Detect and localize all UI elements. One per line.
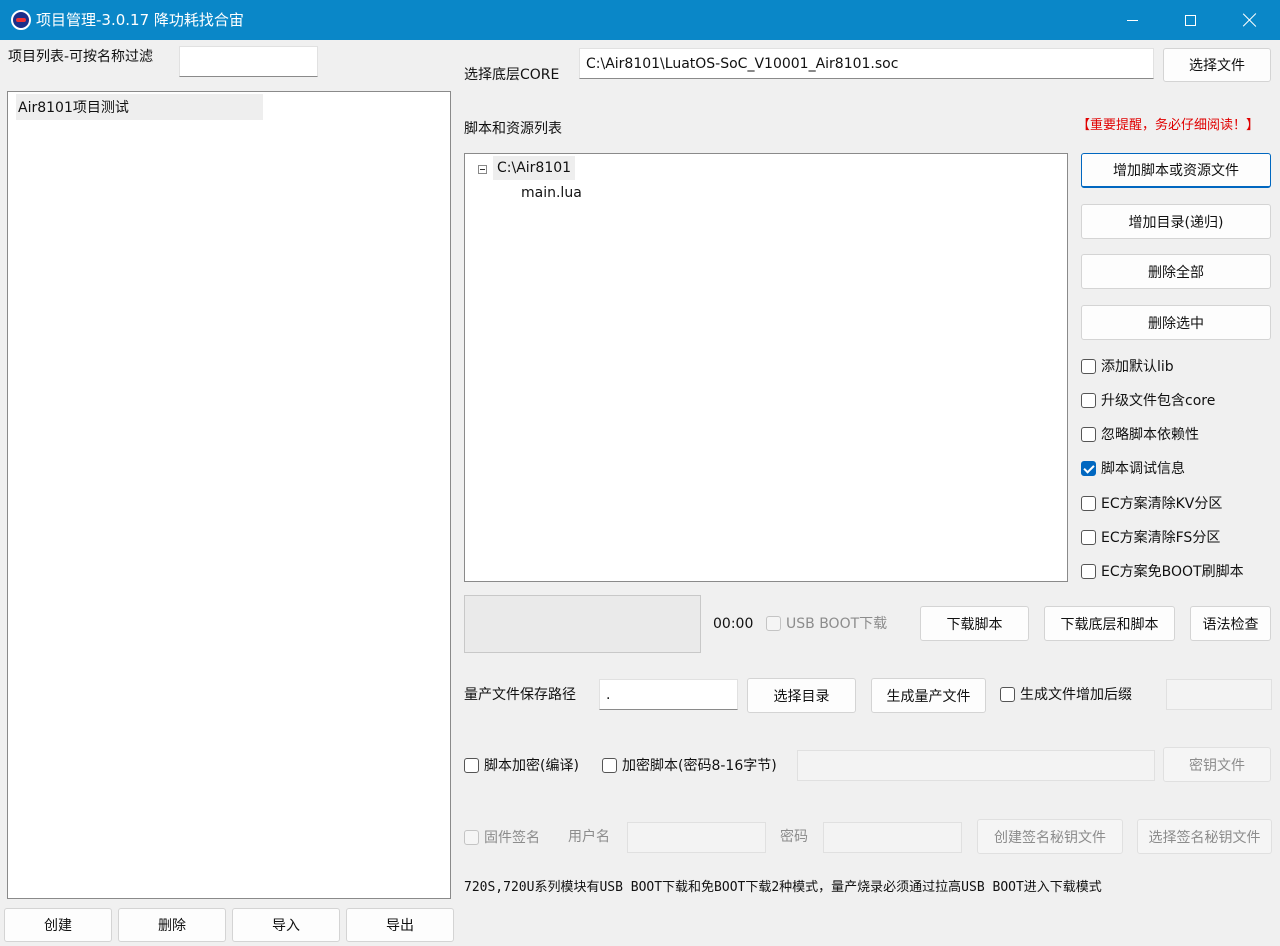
script-tree[interactable]: C:\Air8101 main.lua [464, 153, 1068, 582]
usb-boot-option[interactable]: USB BOOT下载 [766, 613, 887, 633]
download-script-button[interactable]: 下载脚本 [920, 606, 1029, 641]
checkbox[interactable] [1081, 426, 1096, 442]
important-notice-link[interactable]: 【重要提醒，务必仔细阅读！】 [1077, 117, 1259, 135]
syntax-check-button[interactable]: 语法检查 [1190, 606, 1271, 641]
core-label: 选择底层CORE [464, 67, 560, 83]
key-file-button[interactable]: 密钥文件 [1163, 747, 1271, 782]
suffix-input[interactable] [1166, 679, 1272, 710]
username-label: 用户名 [568, 829, 610, 845]
choose-directory-button[interactable]: 选择目录 [747, 678, 856, 713]
minimize-button[interactable] [1102, 0, 1162, 40]
encrypt-password-input[interactable] [797, 750, 1155, 781]
tree-root-node[interactable]: C:\Air8101 [493, 156, 576, 180]
scripts-label: 脚本和资源列表 [464, 121, 562, 137]
option-clear-kv[interactable]: EC方案清除KV分区 [1081, 493, 1222, 513]
checkbox-checked[interactable] [1081, 460, 1096, 476]
mass-path-input[interactable]: . [599, 679, 738, 710]
title-bar: 项目管理-3.0.17 降功耗找合宙 [0, 0, 1280, 40]
delete-all-button[interactable]: 删除全部 [1081, 254, 1271, 289]
checkbox[interactable] [1081, 529, 1096, 545]
project-list-item[interactable]: Air8101项目测试 [16, 94, 263, 120]
add-script-file-button[interactable]: 增加脚本或资源文件 [1081, 153, 1271, 188]
core-path-input[interactable]: C:\Air8101\LuatOS-SoC_V10001_Air8101.soc [579, 48, 1154, 79]
minimize-icon [1126, 19, 1138, 21]
option-no-boot-flash[interactable]: EC方案免BOOT刷脚本 [1081, 561, 1244, 581]
compile-encrypt-option[interactable]: 脚本加密(编译) [464, 755, 579, 775]
option-clear-fs[interactable]: EC方案清除FS分区 [1081, 527, 1220, 547]
username-input[interactable] [627, 822, 766, 853]
tree-file-node[interactable]: main.lua [521, 184, 582, 202]
mass-path-label: 量产文件保存路径 [464, 687, 576, 703]
checkbox[interactable] [1081, 392, 1096, 408]
export-project-button[interactable]: 导出 [346, 908, 454, 942]
maximize-icon [1184, 14, 1196, 26]
create-project-button[interactable]: 创建 [4, 908, 112, 942]
delete-project-button[interactable]: 删除 [118, 908, 226, 942]
checkbox[interactable] [464, 829, 479, 845]
checkbox[interactable] [1081, 563, 1096, 579]
checkbox[interactable] [1000, 686, 1015, 702]
progress-area [464, 595, 701, 653]
checkbox[interactable] [602, 757, 617, 773]
password-label: 密码 [780, 829, 808, 845]
password-encrypt-option[interactable]: 加密脚本(密码8-16字节) [602, 755, 777, 775]
maximize-button[interactable] [1160, 0, 1220, 40]
download-timer: 00:00 [713, 616, 754, 632]
option-include-core[interactable]: 升级文件包含core [1081, 390, 1215, 410]
collapse-icon[interactable] [478, 165, 487, 174]
app-logo-icon [11, 10, 31, 30]
option-ignore-dependency[interactable]: 忽略脚本依赖性 [1081, 424, 1199, 444]
choose-sign-key-button[interactable]: 选择签名秘钥文件 [1137, 819, 1272, 854]
add-suffix-option[interactable]: 生成文件增加后缀 [1000, 684, 1132, 704]
create-sign-key-button[interactable]: 创建签名秘钥文件 [977, 819, 1123, 854]
project-filter-input[interactable] [179, 46, 318, 77]
close-icon [1243, 13, 1257, 27]
option-debug-info[interactable]: 脚本调试信息 [1081, 458, 1185, 478]
project-list[interactable]: Air8101项目测试 [7, 91, 451, 899]
checkbox[interactable] [1081, 358, 1096, 374]
generate-mass-file-button[interactable]: 生成量产文件 [871, 678, 986, 713]
project-list-item-label: Air8101项目测试 [18, 100, 129, 116]
add-directory-button[interactable]: 增加目录(递归) [1081, 204, 1271, 239]
checkbox[interactable] [766, 615, 781, 631]
close-button[interactable] [1220, 0, 1280, 40]
project-filter-label: 项目列表-可按名称过滤 [8, 49, 154, 65]
choose-core-file-button[interactable]: 选择文件 [1163, 48, 1271, 82]
password-input[interactable] [823, 822, 962, 853]
checkbox[interactable] [464, 757, 479, 773]
import-project-button[interactable]: 导入 [232, 908, 340, 942]
option-default-lib[interactable]: 添加默认lib [1081, 356, 1174, 376]
delete-selected-button[interactable]: 删除选中 [1081, 305, 1271, 340]
firmware-sign-option[interactable]: 固件签名 [464, 827, 540, 847]
checkbox[interactable] [1081, 495, 1096, 511]
window-title: 项目管理-3.0.17 降功耗找合宙 [36, 11, 244, 29]
download-core-script-button[interactable]: 下载底层和脚本 [1044, 606, 1175, 641]
footer-note: 720S,720U系列模块有USB BOOT下载和免BOOT下载2种模式，量产烧… [464, 880, 1102, 895]
